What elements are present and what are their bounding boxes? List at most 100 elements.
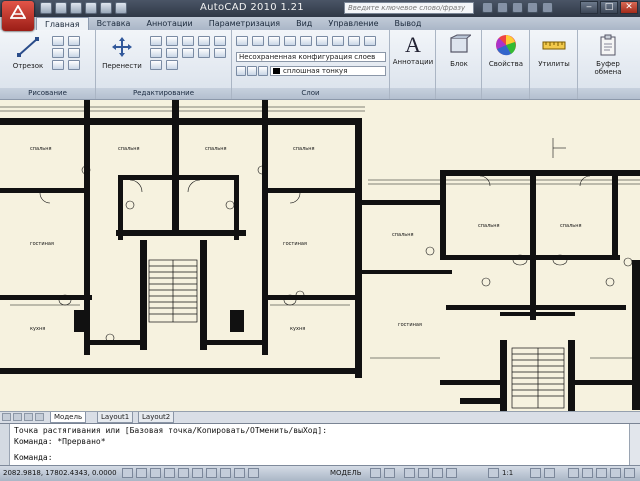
- tab-layout1[interactable]: Layout1: [97, 412, 134, 423]
- extend-icon[interactable]: [166, 60, 178, 70]
- tab-manage[interactable]: Управление: [320, 17, 386, 30]
- communication-icon[interactable]: [512, 2, 523, 13]
- model-space-label[interactable]: МОДЕЛЬ: [330, 469, 362, 477]
- coordinate-readout[interactable]: 2082.9818, 17802.4343, 0.0000: [3, 469, 117, 477]
- dyn-icon[interactable]: [220, 468, 231, 478]
- trim-icon[interactable]: [182, 36, 194, 46]
- layers-panel-label[interactable]: Слои: [232, 88, 389, 99]
- new-file-icon[interactable]: [40, 2, 52, 14]
- tab-view[interactable]: Вид: [288, 17, 320, 30]
- layer-lock-icon[interactable]: [364, 36, 376, 46]
- properties-button[interactable]: Свойства: [484, 34, 528, 68]
- isolate-objects-icon[interactable]: [596, 468, 607, 478]
- fillet-icon[interactable]: [150, 48, 162, 58]
- layer-properties-icon[interactable]: [236, 36, 248, 46]
- explode-icon[interactable]: [166, 48, 178, 58]
- tab-annotate[interactable]: Аннотации: [138, 17, 200, 30]
- lineweight-icon[interactable]: [234, 468, 245, 478]
- layer-freeze-icon[interactable]: [332, 36, 344, 46]
- command-prompt[interactable]: Команда:: [14, 453, 53, 463]
- layer-state-icon[interactable]: [252, 36, 264, 46]
- lightbulb-icon[interactable]: [236, 66, 246, 76]
- mirror-icon[interactable]: [214, 36, 226, 46]
- offset-icon[interactable]: [150, 60, 162, 70]
- command-window[interactable]: Точка растягивания или [Базовая точка/Ко…: [0, 423, 640, 466]
- layer-match-icon[interactable]: [316, 36, 328, 46]
- move-button[interactable]: Перенести: [100, 36, 144, 70]
- scale-icon[interactable]: [198, 48, 210, 58]
- ducs-icon[interactable]: [206, 468, 217, 478]
- modify-panel-label[interactable]: Редактирование: [96, 88, 231, 99]
- search-input[interactable]: Введите ключевое слово/фразу: [344, 2, 474, 14]
- drawing-canvas[interactable]: спальня спальня спальня спальня гостиная…: [0, 100, 640, 412]
- line-button[interactable]: Отрезок: [8, 36, 48, 70]
- sun-icon[interactable]: [247, 66, 257, 76]
- status-menu-icon[interactable]: [610, 468, 621, 478]
- annotation-button[interactable]: A Аннотации: [392, 34, 434, 67]
- annotation-visibility-icon[interactable]: [530, 468, 541, 478]
- tab-parametric[interactable]: Параметризация: [201, 17, 288, 30]
- auto-scale-icon[interactable]: [544, 468, 555, 478]
- copy-icon[interactable]: [150, 36, 162, 46]
- command-scrollbar[interactable]: [629, 424, 640, 466]
- stretch-icon[interactable]: [182, 48, 194, 58]
- pan-icon[interactable]: [404, 468, 415, 478]
- close-button[interactable]: ✕: [620, 1, 638, 14]
- command-grip[interactable]: [0, 424, 10, 466]
- favorites-icon[interactable]: [527, 2, 538, 13]
- rectangle-icon[interactable]: [68, 48, 80, 58]
- grid-icon[interactable]: [136, 468, 147, 478]
- minimize-button[interactable]: ‒: [580, 1, 598, 14]
- current-layer-combo[interactable]: сплошная тонкуя: [270, 66, 386, 76]
- save-icon[interactable]: [70, 2, 82, 14]
- next-tab-arrow-icon[interactable]: [24, 413, 33, 421]
- zoom-icon[interactable]: [418, 468, 429, 478]
- last-tab-arrow-icon[interactable]: [35, 413, 44, 421]
- ortho-icon[interactable]: [150, 468, 161, 478]
- polyline-icon[interactable]: [52, 36, 64, 46]
- arc-icon[interactable]: [68, 36, 80, 46]
- utilities-button[interactable]: Утилиты: [532, 34, 576, 68]
- steering-wheel-icon[interactable]: [432, 468, 443, 478]
- annotation-scale-icon[interactable]: [488, 468, 499, 478]
- otrack-icon[interactable]: [192, 468, 203, 478]
- padlock-icon[interactable]: [258, 66, 268, 76]
- tab-output[interactable]: Вывод: [387, 17, 430, 30]
- maximize-button[interactable]: □: [600, 1, 618, 14]
- application-menu-button[interactable]: [2, 1, 34, 31]
- tab-model[interactable]: Модель: [50, 412, 87, 423]
- draw-panel-label[interactable]: Рисование: [0, 88, 95, 99]
- annotation-scale-value[interactable]: 1:1: [502, 469, 513, 477]
- clipboard-button[interactable]: Буфер обмена: [582, 34, 634, 76]
- redo-icon[interactable]: [100, 2, 112, 14]
- layer-isolate-icon[interactable]: [284, 36, 296, 46]
- region-icon[interactable]: [68, 60, 80, 70]
- osnap-icon[interactable]: [178, 468, 189, 478]
- binoculars-icon[interactable]: [482, 2, 493, 13]
- tab-insert[interactable]: Вставка: [89, 17, 139, 30]
- clean-screen-icon[interactable]: [624, 468, 635, 478]
- workspace-switch-icon[interactable]: [568, 468, 579, 478]
- plot-icon[interactable]: [115, 2, 127, 14]
- erase-icon[interactable]: [198, 36, 210, 46]
- polar-icon[interactable]: [164, 468, 175, 478]
- first-tab-arrow-icon[interactable]: [2, 413, 11, 421]
- quick-view-layouts-icon[interactable]: [370, 468, 381, 478]
- snap-icon[interactable]: [122, 468, 133, 478]
- layer-off-icon[interactable]: [348, 36, 360, 46]
- block-button[interactable]: Блок: [438, 34, 480, 68]
- layer-unisolate-icon[interactable]: [300, 36, 312, 46]
- tab-home[interactable]: Главная: [36, 17, 89, 30]
- help-icon[interactable]: [542, 2, 553, 13]
- prev-tab-arrow-icon[interactable]: [13, 413, 22, 421]
- quick-view-drawings-icon[interactable]: [384, 468, 395, 478]
- layer-previous-icon[interactable]: [268, 36, 280, 46]
- rotate-icon[interactable]: [166, 36, 178, 46]
- tab-layout2[interactable]: Layout2: [138, 412, 175, 423]
- showmotion-icon[interactable]: [446, 468, 457, 478]
- hatch-icon[interactable]: [52, 60, 64, 70]
- open-file-icon[interactable]: [55, 2, 67, 14]
- undo-icon[interactable]: [85, 2, 97, 14]
- quick-properties-icon[interactable]: [248, 468, 259, 478]
- subscription-icon[interactable]: [497, 2, 508, 13]
